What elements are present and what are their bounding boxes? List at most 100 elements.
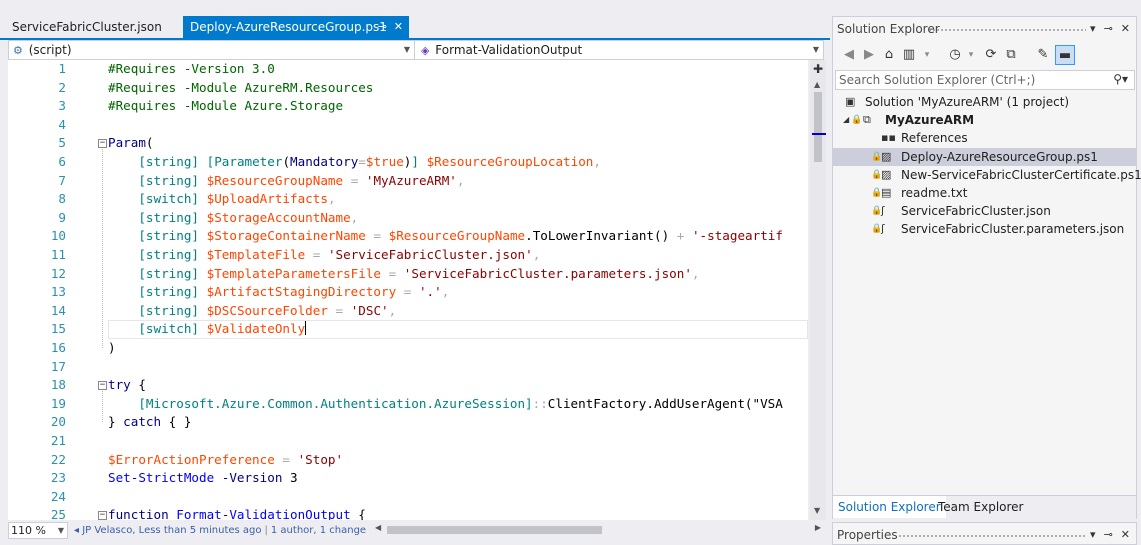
code-editor[interactable]: 1 #Requires -Version 3.0 2 #Requires -Modul… <box>8 60 808 520</box>
close-tab-icon[interactable]: ✕ <box>394 16 403 38</box>
back-icon[interactable]: ◀ <box>839 45 859 65</box>
codelens-author[interactable]: JP Velasco, Less than 5 minutes ago <box>82 525 261 536</box>
code-line[interactable]: 21 <box>8 432 808 451</box>
pin-icon[interactable]: ⊸ <box>1104 523 1113 545</box>
code-token: 3 <box>282 470 298 486</box>
chevron-down-icon[interactable]: ▼ <box>813 41 819 59</box>
tree-item[interactable]: ▣ Solution 'MyAzureARM' (1 project) <box>833 93 1136 111</box>
search-input[interactable] <box>836 71 1096 89</box>
zoom-dropdown[interactable]: 110 % ▼ <box>8 522 68 539</box>
close-icon[interactable]: ✕ <box>1121 523 1130 545</box>
code-line[interactable]: 5 − Param( <box>8 134 808 153</box>
collapse-region-icon[interactable]: − <box>98 511 107 520</box>
codelens-info[interactable]: ◂ JP Velasco, Less than 5 minutes ago | 1 … <box>74 522 366 539</box>
sync-icon[interactable]: ⟳ <box>981 45 1001 65</box>
scroll-left-icon[interactable]: ◀ <box>375 523 381 532</box>
split-window-icon[interactable]: ✚ <box>813 62 823 76</box>
tab-servicefabriccluster-json[interactable]: ServiceFabricCluster.json <box>0 16 180 38</box>
tree-item[interactable]: 🔒 ▨ New-ServiceFabricClusterCertificate.ps… <box>833 166 1141 184</box>
tree-item[interactable]: ▪▪ References <box>833 129 1136 147</box>
drag-grip[interactable] <box>898 534 1086 538</box>
chevron-down-icon[interactable]: ▼ <box>404 41 410 59</box>
drag-grip[interactable] <box>928 28 1086 32</box>
tree-item[interactable]: 🔒 ▤ readme.txt <box>833 184 1136 202</box>
scroll-up-icon[interactable]: ▲ <box>814 80 820 89</box>
code-line[interactable]: 1 #Requires -Version 3.0 <box>8 60 808 79</box>
scroll-down-icon[interactable]: ▼ <box>814 506 820 515</box>
chevron-down-icon[interactable]: ▾ <box>917 45 937 65</box>
solution-search-box[interactable]: ⚲▾ <box>835 70 1135 90</box>
code-line[interactable]: 19 [Microsoft.Azure.Common.Authenticatio… <box>8 395 808 414</box>
collapse-region-icon[interactable]: − <box>98 139 107 149</box>
code-line[interactable]: 20} catch { } <box>8 413 808 432</box>
tab-deploy-azureresourcegroup-ps1[interactable]: Deploy-AzureResourceGroup.ps1 ⊸ ✕ <box>183 16 409 38</box>
code-line[interactable]: 12 [string] $TemplateParametersFile = 'S… <box>8 265 808 284</box>
member-dropdown[interactable]: ◈ Format-ValidationOutput ▼ <box>417 41 823 59</box>
forward-icon[interactable]: ▶ <box>859 45 879 65</box>
code-token: $UploadArtifacts <box>206 191 328 207</box>
code-line[interactable]: 7 [string] $ResourceGroupName = 'MyAzure… <box>8 172 808 191</box>
code-line[interactable]: 6 [string] [Parameter(Mandatory=$true)] … <box>8 153 808 172</box>
codelens-separator: | <box>264 525 268 536</box>
code-line[interactable]: 8 [switch] $UploadArtifacts, <box>8 190 808 209</box>
tree-item[interactable]: 🔒 ▨ Deploy-AzureResourceGroup.ps1 <box>833 147 1136 166</box>
code-text: Set-StrictMode -Version 3 <box>108 469 298 488</box>
scroll-right-icon[interactable]: ▶ <box>815 523 821 532</box>
panel-dropdown-icon[interactable]: ▾ <box>1090 17 1096 41</box>
code-line[interactable]: 3 #Requires -Module Azure.Storage <box>8 97 808 116</box>
code-token: '.' <box>418 284 442 300</box>
scroll-thumb[interactable] <box>814 92 822 162</box>
tab-solution-explorer[interactable]: Solution Explorer <box>833 496 946 518</box>
codelens-changes[interactable]: 1 author, 1 change <box>271 525 366 536</box>
chevron-down-icon[interactable]: ▾ <box>961 45 981 65</box>
code-line[interactable]: 25 − function Format-ValidationOutput { <box>8 506 808 520</box>
panel-dropdown-icon[interactable]: ▾ <box>1090 523 1096 545</box>
hscroll-thumb[interactable] <box>387 526 602 534</box>
tree-item[interactable]: 🔒 ʃ ServiceFabricCluster.json <box>833 202 1136 220</box>
horizontal-scrollbar[interactable]: ◀ ▶ <box>373 523 823 536</box>
home-icon[interactable]: ⌂ <box>879 45 899 65</box>
code-line[interactable]: 17 <box>8 358 808 377</box>
code-line[interactable]: 18 − try { <box>8 376 808 395</box>
code-line[interactable]: 24 <box>8 488 808 507</box>
search-icon[interactable]: ⚲▾ <box>1113 72 1128 86</box>
expand-arrow-icon[interactable]: ◢ <box>843 111 849 129</box>
vertical-scrollbar[interactable]: ✚ ▲ ▼ <box>810 60 826 520</box>
line-number: 19 <box>50 395 66 411</box>
tree-item[interactable]: 🔒 ʃ ServiceFabricCluster.parameters.json <box>833 220 1136 238</box>
scope-dropdown[interactable]: ⚙ (script) ▼ <box>9 41 415 59</box>
preview-selected-icon[interactable]: ▬ <box>1055 45 1075 65</box>
tree-item[interactable]: ◢ 🔒 ⧉ MyAzureARM <box>833 111 1136 129</box>
code-line[interactable]: 4 <box>8 116 808 135</box>
code-line[interactable]: 23 Set-StrictMode -Version 3 <box>8 469 808 488</box>
properties-wrench-icon[interactable]: ✎ <box>1033 45 1053 65</box>
line-number: 4 <box>58 116 66 132</box>
code-line[interactable]: 11 [string] $TemplateFile = 'ServiceFabr… <box>8 246 808 265</box>
pin-tab-icon[interactable]: ⊸ <box>378 16 387 38</box>
code-line[interactable]: 15 [switch] $ValidateOnly <box>8 320 808 339</box>
code-line[interactable]: 13 [string] $ArtifactStagingDirectory = … <box>8 283 808 302</box>
code-line[interactable]: 22 $ErrorActionPreference = 'Stop' <box>8 451 808 470</box>
switch-views-icon[interactable]: ▥ <box>899 45 919 65</box>
code-line[interactable]: 10 [string] $StorageContainerName = $Res… <box>8 227 808 246</box>
code-line[interactable]: 2 #Requires -Module AzureRM.Resources <box>8 79 808 98</box>
pin-icon[interactable]: ⊸ <box>1104 17 1113 41</box>
code-line[interactable]: 16) <box>8 339 808 358</box>
code-token: 'DSC' <box>350 302 389 318</box>
line-number: 25 <box>50 507 66 520</box>
code-line[interactable]: 9 [string] $StorageAccountName, <box>8 209 808 228</box>
code-line[interactable]: 14 [string] $DSCSourceFolder = 'DSC', <box>8 302 808 321</box>
close-icon[interactable]: ✕ <box>1121 17 1130 41</box>
member-value: Format-ValidationOutput <box>435 43 583 57</box>
collapse-region-icon[interactable]: − <box>98 381 107 391</box>
tab-team-explorer[interactable]: Team Explorer <box>933 496 1029 518</box>
code-token: 'MyAzureARM' <box>365 172 457 188</box>
code-text: [string] [Parameter(Mandatory=$true)] $R… <box>108 153 601 172</box>
code-token: , <box>388 302 397 318</box>
collapse-all-icon[interactable]: ⧉ <box>1001 45 1021 65</box>
chevron-down-icon[interactable]: ▼ <box>58 523 64 538</box>
